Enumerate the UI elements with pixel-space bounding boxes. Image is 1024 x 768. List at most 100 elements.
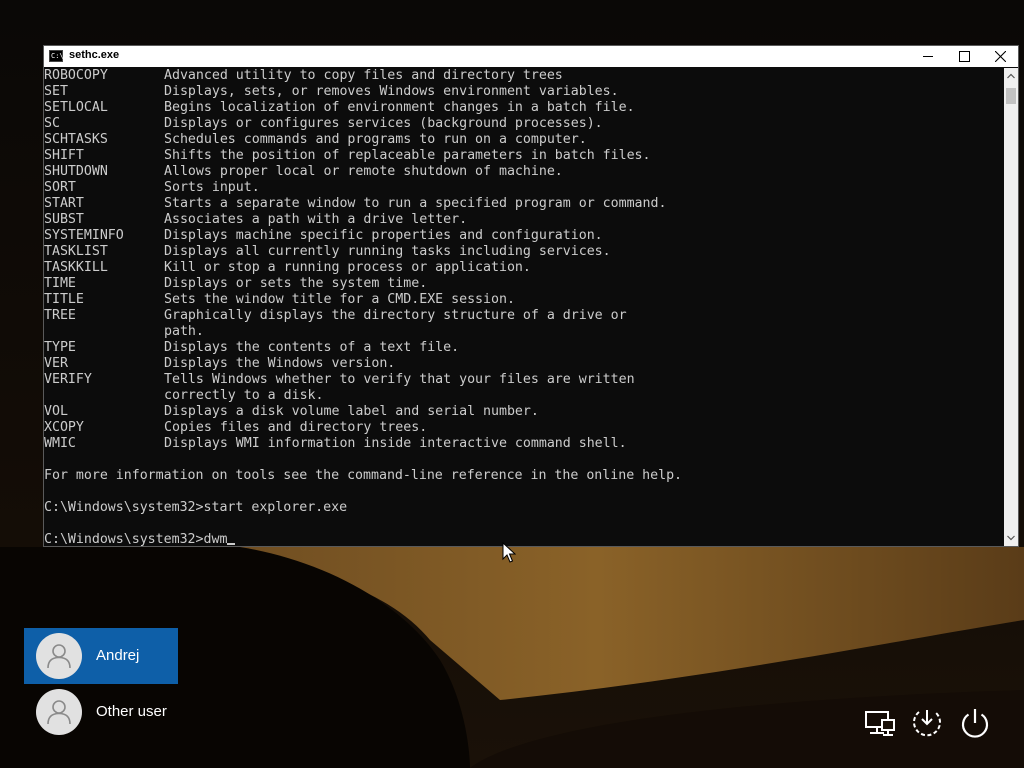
chevron-up-icon xyxy=(1007,73,1015,79)
help-line: SHUTDOWN Allows proper local or remote sh… xyxy=(44,164,1004,180)
ease-of-access-icon[interactable] xyxy=(910,706,944,740)
text-cursor xyxy=(227,543,236,545)
help-line: SCHTASKS Schedules commands and programs … xyxy=(44,132,1004,148)
vertical-scrollbar[interactable] xyxy=(1004,68,1018,546)
help-line: SYSTEMINFO Displays machine specific prop… xyxy=(44,228,1004,244)
command-description: Displays machine specific properties and… xyxy=(164,228,603,243)
minimize-icon xyxy=(923,56,933,57)
help-line: path. xyxy=(44,324,1004,340)
mouse-pointer-icon xyxy=(502,542,516,563)
help-line: ROBOCOPY Advanced utility to copy files a… xyxy=(44,68,1004,84)
help-line: SC Displays or configures services (backg… xyxy=(44,116,1004,132)
help-line: correctly to a disk. xyxy=(44,388,1004,404)
help-line: TITLE Sets the window title for a CMD.EXE… xyxy=(44,292,1004,308)
command-description: Schedules commands and programs to run o… xyxy=(164,132,587,147)
command-name: TITLE xyxy=(44,292,84,307)
maximize-button[interactable] xyxy=(946,46,982,67)
help-line: XCOPY Copies files and directory trees. xyxy=(44,420,1004,436)
command-name: SETLOCAL xyxy=(44,100,108,115)
command-name: ROBOCOPY xyxy=(44,68,108,83)
help-line: TYPE Displays the contents of a text file… xyxy=(44,340,1004,356)
command-description: Begins localization of environment chang… xyxy=(164,100,635,115)
command-name: SET xyxy=(44,84,68,99)
title-bar[interactable]: C:\ sethc.exe xyxy=(44,46,1018,67)
help-line: WMIC Displays WMI information inside inte… xyxy=(44,436,1004,452)
help-line: VOL Displays a disk volume label and seri… xyxy=(44,404,1004,420)
window-title: sethc.exe xyxy=(69,49,120,61)
command-description: Allows proper local or remote shutdown o… xyxy=(164,164,563,179)
help-line: TIME Displays or sets the system time. xyxy=(44,276,1004,292)
help-line: TASKLIST Displays all currently running t… xyxy=(44,244,1004,260)
command-name: TIME xyxy=(44,276,76,291)
user-icon xyxy=(47,700,71,725)
command-name: SHUTDOWN xyxy=(44,164,108,179)
command-description: Displays or sets the system time. xyxy=(164,276,428,291)
close-icon xyxy=(995,51,1006,62)
command-description: Displays all currently running tasks inc… xyxy=(164,244,611,259)
user-icon xyxy=(47,644,71,669)
prompt-path: C:\Windows\system32> xyxy=(44,532,204,546)
user-name: Other user xyxy=(96,703,167,720)
command-name: SYSTEMINFO xyxy=(44,228,124,243)
command-description: Displays WMI information inside interact… xyxy=(164,436,627,451)
maximize-icon xyxy=(959,51,970,62)
help-line: SORT Sorts input. xyxy=(44,180,1004,196)
chevron-down-icon xyxy=(1007,535,1015,541)
command-description: Displays the Windows version. xyxy=(164,356,396,371)
help-line: TREE Graphically displays the directory s… xyxy=(44,308,1004,324)
help-line: SHIFT Shifts the position of replaceable … xyxy=(44,148,1004,164)
help-footer-text: For more information on tools see the co… xyxy=(44,468,683,483)
help-line: START Starts a separate window to run a s… xyxy=(44,196,1004,212)
command-name: WMIC xyxy=(44,436,76,451)
command-name: VER xyxy=(44,356,68,371)
command-name: START xyxy=(44,196,84,211)
command-name: TYPE xyxy=(44,340,76,355)
command-name: SUBST xyxy=(44,212,84,227)
console-output[interactable]: ROBOCOPY Advanced utility to copy files a… xyxy=(44,68,1004,546)
command-name: VERIFY xyxy=(44,372,92,387)
user-name: Andrej xyxy=(96,647,140,664)
command-description: correctly to a disk. xyxy=(164,388,324,403)
minimize-button[interactable] xyxy=(910,46,946,67)
help-line: SETLOCAL Begins localization of environme… xyxy=(44,100,1004,116)
command-name: TASKKILL xyxy=(44,260,108,275)
scroll-thumb[interactable] xyxy=(1006,88,1016,104)
history-prompt-line: C:\Windows\system32>start explorer.exe xyxy=(44,500,348,515)
command-description: Displays, sets, or removes Windows envir… xyxy=(164,84,619,99)
command-description: Shifts the position of replaceable param… xyxy=(164,148,651,163)
user-tile-other-user[interactable]: Other user xyxy=(24,684,178,740)
avatar xyxy=(36,689,82,735)
avatar xyxy=(36,633,82,679)
command-description: Graphically displays the directory struc… xyxy=(164,308,627,323)
command-name: SORT xyxy=(44,180,76,195)
scroll-up-button[interactable] xyxy=(1004,68,1018,84)
command-description: Copies files and directory trees. xyxy=(164,420,428,435)
network-icon[interactable] xyxy=(862,706,896,740)
user-tile-andrej[interactable]: Andrej xyxy=(24,628,178,684)
command-name: TASKLIST xyxy=(44,244,108,259)
command-description: Sorts input. xyxy=(164,180,260,195)
command-name: SC xyxy=(44,116,60,131)
command-name: SHIFT xyxy=(44,148,84,163)
help-line: VERIFY Tells Windows whether to verify th… xyxy=(44,372,1004,388)
command-description: Kill or stop a running process or applic… xyxy=(164,260,531,275)
command-name: VOL xyxy=(44,404,68,419)
command-description: Starts a separate window to run a specif… xyxy=(164,196,667,211)
command-description: path. xyxy=(164,324,204,339)
close-button[interactable] xyxy=(982,46,1018,67)
cmd-window[interactable]: C:\ sethc.exe ROBOCOPY Advanced utility t… xyxy=(43,45,1019,547)
power-icon[interactable] xyxy=(958,706,992,740)
help-line: TASKKILL Kill or stop a running process o… xyxy=(44,260,1004,276)
command-description: Sets the window title for a CMD.EXE sess… xyxy=(164,292,515,307)
help-line: VER Displays the Windows version. xyxy=(44,356,1004,372)
command-input[interactable]: dwm xyxy=(204,532,228,546)
current-prompt-line[interactable]: C:\Windows\system32>dwm xyxy=(44,532,1004,546)
command-description: Tells Windows whether to verify that you… xyxy=(164,372,635,387)
scroll-down-button[interactable] xyxy=(1004,530,1018,546)
command-description: Displays the contents of a text file. xyxy=(164,340,460,355)
command-description: Associates a path with a drive letter. xyxy=(164,212,468,227)
command-description: Displays a disk volume label and serial … xyxy=(164,404,539,419)
command-name: SCHTASKS xyxy=(44,132,108,147)
